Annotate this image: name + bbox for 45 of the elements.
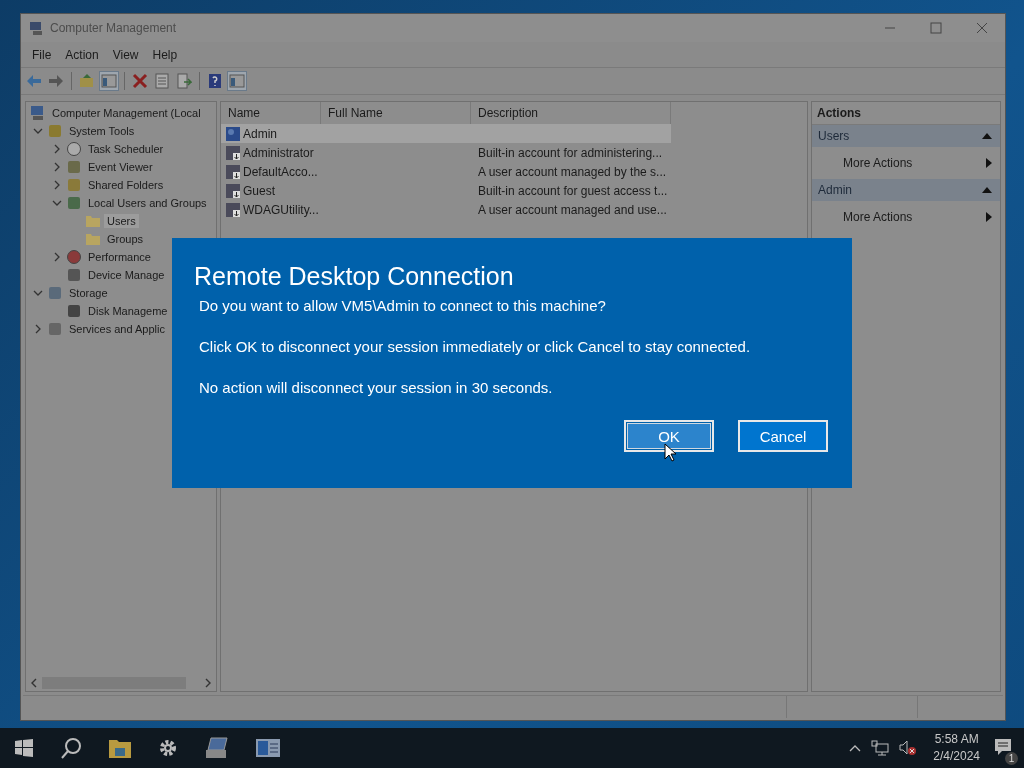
table-row[interactable]: Administrator Built-in account for administering... bbox=[221, 143, 671, 162]
action-section-header[interactable]: Admin bbox=[812, 179, 1000, 201]
table-row[interactable]: DefaultAcco... A user account managed by the s... bbox=[221, 162, 671, 181]
tree-item[interactable]: Device Manage bbox=[85, 268, 168, 282]
action-item[interactable]: More Actions bbox=[812, 147, 1000, 179]
tree-item[interactable]: Groups bbox=[104, 232, 147, 246]
table-row[interactable]: Admin bbox=[221, 124, 671, 143]
cancel-button[interactable]: Cancel bbox=[738, 420, 828, 452]
tree-item[interactable]: Services and Applic bbox=[66, 322, 168, 336]
tree-item[interactable]: Shared Folders bbox=[85, 178, 167, 192]
clock-time[interactable]: 5:58 AM bbox=[934, 731, 979, 748]
dialog-message: Do you want to allow VM5\Admin to connect to this machine? bbox=[199, 297, 607, 314]
tree-item[interactable]: Task Scheduler bbox=[85, 142, 167, 156]
table-cell: Built-in account for administering... bbox=[478, 145, 663, 160]
tree-item[interactable]: Local Users and Groups bbox=[85, 196, 210, 210]
tree-item[interactable]: Users bbox=[104, 214, 139, 228]
table-cell: DefaultAcco... bbox=[243, 164, 318, 179]
window-title: Computer Management bbox=[50, 21, 177, 35]
table-row[interactable]: WDAGUtility... A user account managed and use... bbox=[221, 200, 671, 219]
menu-item[interactable]: View bbox=[105, 45, 146, 64]
tree-item[interactable]: Disk Manageme bbox=[85, 304, 171, 318]
dialog-message: No action will disconnect your session in 30 seconds. bbox=[199, 379, 554, 396]
table-cell: WDAGUtility... bbox=[243, 202, 319, 217]
clock-date[interactable]: 2/4/2024 bbox=[933, 748, 980, 765]
table-cell: A user account managed by the s... bbox=[478, 164, 667, 179]
table-cell: A user account managed and use... bbox=[478, 202, 667, 217]
table-cell: Guest bbox=[243, 183, 275, 198]
tree-item[interactable]: Computer Management (Local bbox=[49, 106, 204, 120]
tree-item[interactable]: Performance bbox=[85, 250, 154, 264]
ok-button[interactable]: OK bbox=[624, 420, 714, 452]
action-item[interactable]: More Actions bbox=[812, 201, 1000, 233]
dialog-message: Click OK to disconnect your session immediately or click Cancel to stay connected. bbox=[199, 338, 752, 355]
action-section-header[interactable]: Users bbox=[812, 125, 1000, 147]
tree-item[interactable]: System Tools bbox=[66, 124, 138, 138]
table-cell: Built-in account for guest access t... bbox=[478, 183, 668, 198]
tree-item[interactable]: Storage bbox=[66, 286, 111, 300]
table-cell: Admin bbox=[243, 126, 277, 141]
menu-item[interactable]: Help bbox=[145, 45, 185, 64]
menu-item[interactable]: Action bbox=[58, 45, 106, 64]
menu-item[interactable]: File bbox=[25, 45, 59, 64]
table-row[interactable]: Guest Built-in account for guest access t... bbox=[221, 181, 671, 200]
dialog-title: Remote Desktop Connection bbox=[194, 262, 515, 291]
table-cell: Administrator bbox=[243, 145, 314, 160]
notification-count: 1 bbox=[1005, 751, 1018, 765]
tree-item[interactable]: Event Viewer bbox=[85, 160, 156, 174]
